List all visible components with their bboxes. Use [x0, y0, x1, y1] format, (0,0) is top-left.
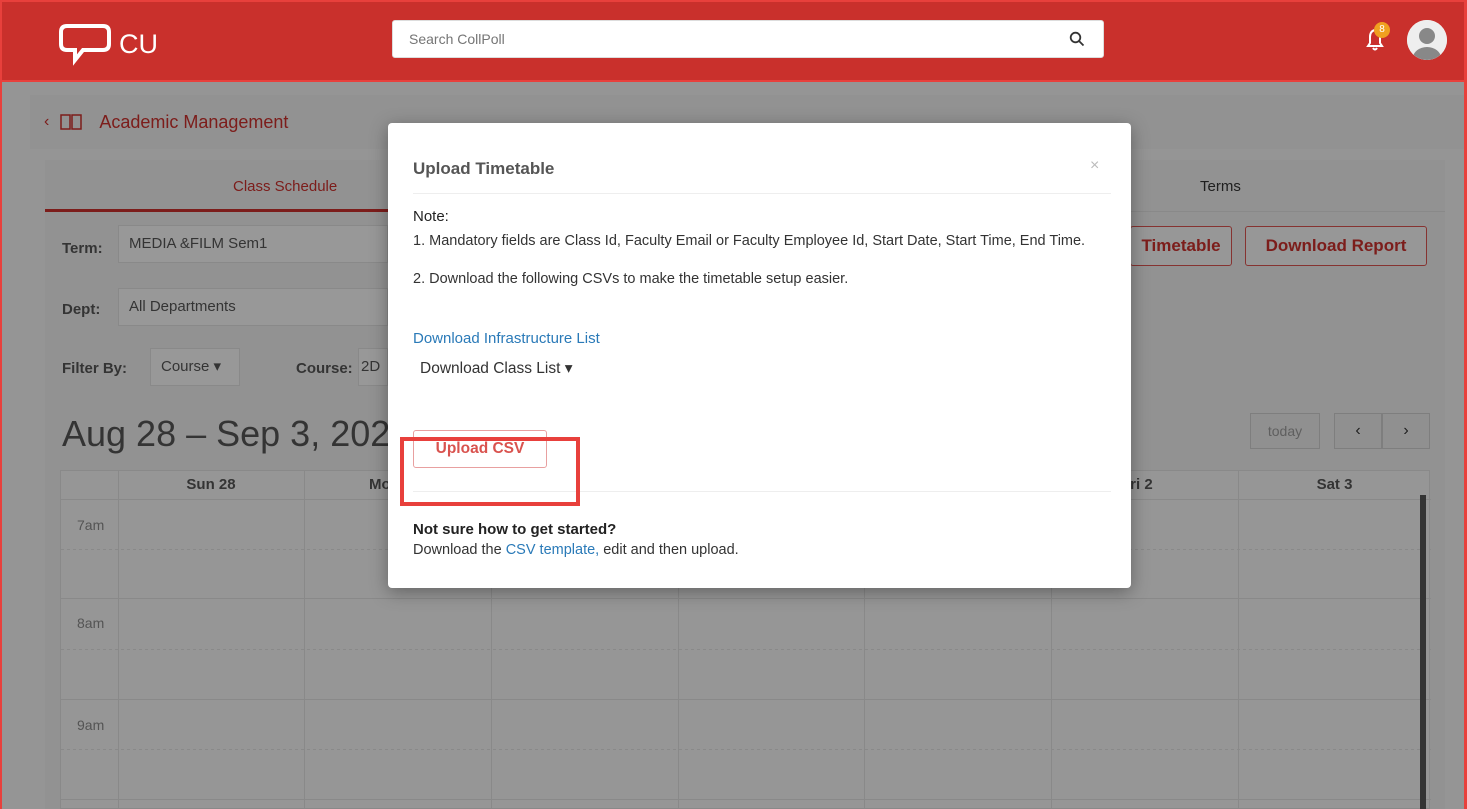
- note-heading: Note:: [413, 208, 449, 225]
- user-avatar[interactable]: [1407, 20, 1447, 60]
- help-text: Download the CSV template, edit and then…: [413, 542, 739, 558]
- search-icon[interactable]: [1069, 31, 1085, 47]
- top-bar: CU 8: [0, 0, 1467, 82]
- app-logo[interactable]: CU: [57, 22, 158, 66]
- annotation-highlight-box: [400, 437, 580, 506]
- close-icon[interactable]: ×: [1090, 157, 1099, 175]
- download-infrastructure-link[interactable]: Download Infrastructure List: [413, 330, 600, 347]
- upload-timetable-modal: Upload Timetable × Note: 1. Mandatory fi…: [388, 123, 1131, 588]
- logo-text: CU: [119, 28, 158, 59]
- help-heading: Not sure how to get started?: [413, 521, 617, 538]
- caret-down-icon: ▾: [564, 360, 573, 377]
- search-input[interactable]: [393, 21, 1033, 57]
- notification-badge: 8: [1374, 22, 1390, 38]
- csv-template-link[interactable]: CSV template,: [506, 542, 600, 558]
- chat-bubble-logo-icon: [59, 24, 111, 66]
- search-bar[interactable]: [392, 20, 1104, 58]
- help-text-prefix: Download the: [413, 542, 506, 558]
- download-class-list-dropdown[interactable]: Download Class List ▾: [420, 359, 573, 378]
- download-class-list-label: Download Class List: [420, 360, 561, 377]
- user-avatar-icon: [1407, 20, 1447, 60]
- note-line-1: 1. Mandatory fields are Class Id, Facult…: [413, 233, 1086, 249]
- divider: [413, 193, 1111, 194]
- note-line-2: 2. Download the following CSVs to make t…: [413, 271, 849, 287]
- help-text-suffix: edit and then upload.: [599, 542, 739, 558]
- modal-title: Upload Timetable: [413, 159, 555, 178]
- frame-border: [0, 0, 2, 809]
